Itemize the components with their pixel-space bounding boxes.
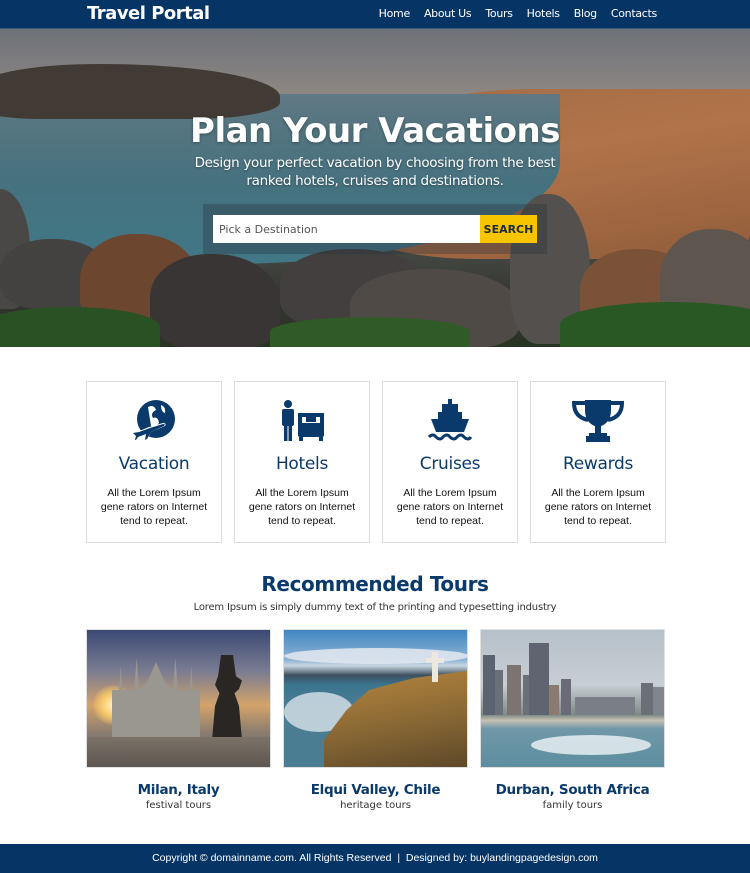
building bbox=[483, 655, 495, 715]
feature-desc: All the Lorem Ipsum gene rators on Inter… bbox=[248, 487, 356, 527]
tour-name[interactable]: Elqui Valley, Chile bbox=[283, 782, 468, 798]
nav-tours[interactable]: Tours bbox=[478, 7, 519, 20]
feature-card-hotels[interactable]: Hotels All the Lorem Ipsum gene rators o… bbox=[234, 381, 370, 543]
tour-type: heritage tours bbox=[340, 800, 411, 811]
cross-monument bbox=[426, 652, 444, 682]
tour-image-durban[interactable] bbox=[480, 629, 665, 768]
feature-title: Cruises bbox=[419, 454, 481, 474]
building bbox=[507, 665, 521, 715]
tours-subheading: Lorem Ipsum is simply dummy text of the … bbox=[193, 602, 557, 613]
globe-plane-icon bbox=[87, 398, 221, 444]
tour-card-milan[interactable]: Milan, Italy festival tours bbox=[86, 629, 271, 811]
destination-search-input[interactable] bbox=[213, 215, 480, 243]
building bbox=[495, 670, 503, 715]
main-menu: Home About Us Tours Hotels Blog Contacts bbox=[372, 7, 664, 20]
feature-card-vacation[interactable]: Vacation All the Lorem Ipsum gene rators… bbox=[86, 381, 222, 543]
ship-icon bbox=[383, 398, 517, 444]
footer: Copyright © domainname.com. All Rights R… bbox=[0, 844, 750, 873]
tour-image-milan[interactable] bbox=[86, 629, 271, 768]
hotel-bed-icon bbox=[235, 398, 369, 444]
building bbox=[561, 679, 571, 715]
building bbox=[641, 683, 653, 715]
search-button[interactable]: SEARCH bbox=[480, 215, 537, 243]
piazza bbox=[87, 737, 270, 767]
top-navbar: Travel Portal Home About Us Tours Hotels… bbox=[0, 0, 750, 29]
tour-type: family tours bbox=[542, 800, 603, 811]
building bbox=[653, 687, 664, 715]
feature-title: Hotels bbox=[275, 454, 329, 474]
tour-image-elqui[interactable] bbox=[283, 629, 468, 768]
tour-type: festival tours bbox=[145, 800, 212, 811]
tour-name[interactable]: Milan, Italy bbox=[86, 782, 271, 798]
feature-title: Rewards bbox=[562, 454, 634, 474]
feature-desc: All the Lorem Ipsum gene rators on Inter… bbox=[100, 487, 208, 527]
hero-banner: Plan Your Vacations Design your perfect … bbox=[0, 29, 750, 347]
feature-desc: All the Lorem Ipsum gene rators on Inter… bbox=[396, 487, 504, 527]
building bbox=[529, 643, 549, 715]
wave bbox=[531, 735, 651, 755]
building bbox=[575, 697, 635, 715]
nav-contacts[interactable]: Contacts bbox=[604, 7, 664, 20]
feature-card-rewards[interactable]: Rewards All the Lorem Ipsum gene rators … bbox=[530, 381, 666, 543]
footer-copyright: Copyright © domainname.com. All Rights R… bbox=[152, 852, 598, 864]
feature-title: Vacation bbox=[118, 454, 190, 474]
nav-about-us[interactable]: About Us bbox=[417, 7, 478, 20]
feature-card-cruises[interactable]: Cruises All the Lorem Ipsum gene rators … bbox=[382, 381, 518, 543]
tour-name[interactable]: Durban, South Africa bbox=[480, 782, 665, 798]
nav-hotels[interactable]: Hotels bbox=[520, 7, 567, 20]
tours-grid: Milan, Italy festival tours Elqui Valley… bbox=[86, 629, 665, 811]
equestrian-statue bbox=[212, 655, 242, 740]
cliff bbox=[324, 670, 467, 767]
building bbox=[549, 685, 559, 715]
features-section: Vacation All the Lorem Ipsum gene rators… bbox=[86, 381, 666, 543]
trophy-icon bbox=[531, 398, 665, 444]
tour-card-elqui[interactable]: Elqui Valley, Chile heritage tours bbox=[283, 629, 468, 811]
feature-desc: All the Lorem Ipsum gene rators on Inter… bbox=[544, 487, 652, 527]
nav-home[interactable]: Home bbox=[372, 7, 417, 20]
brand-logo[interactable]: Travel Portal bbox=[87, 3, 210, 24]
hero-subtitle: Design your perfect vacation by choosing… bbox=[194, 155, 556, 189]
tours-heading: Recommended Tours bbox=[261, 572, 489, 596]
nav-blog[interactable]: Blog bbox=[567, 7, 604, 20]
hero-title: Plan Your Vacations bbox=[190, 111, 560, 151]
tour-card-durban[interactable]: Durban, South Africa family tours bbox=[480, 629, 665, 811]
cathedral bbox=[112, 658, 200, 738]
